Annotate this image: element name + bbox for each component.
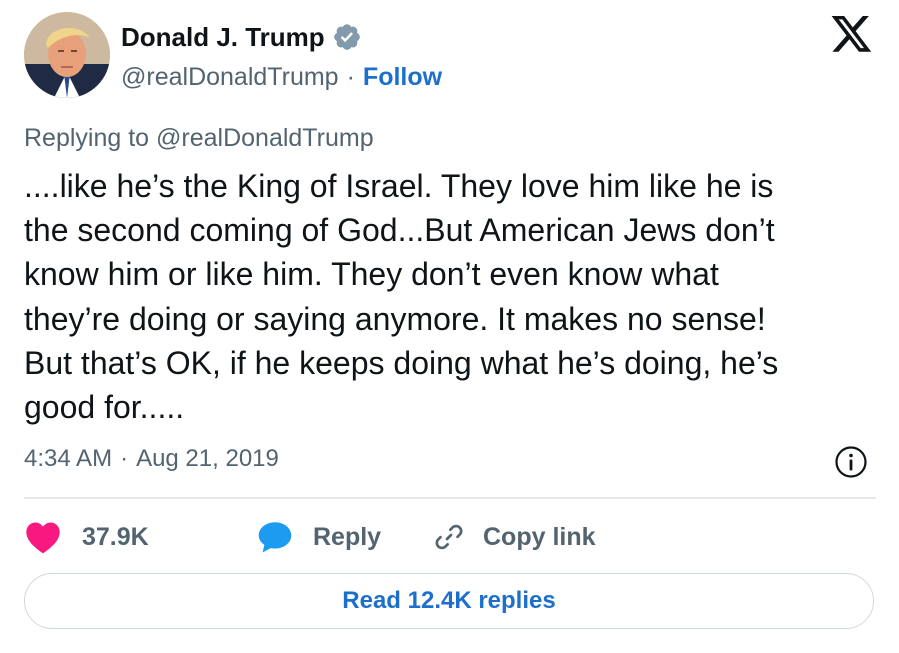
- author-handle[interactable]: @realDonaldTrump: [121, 63, 339, 92]
- link-icon: [433, 521, 465, 553]
- reply-label: Reply: [313, 522, 382, 551]
- divider: [24, 497, 876, 499]
- tweet-time: 4:34 AM: [24, 445, 113, 472]
- tweet-text-line: ....like he’s the King of Israel. They l…: [24, 168, 774, 204]
- reply-button[interactable]: Reply: [257, 520, 433, 554]
- separator-dot: ·: [346, 62, 355, 91]
- avatar-image: [24, 12, 110, 98]
- author-name[interactable]: Donald J. Trump: [121, 22, 325, 53]
- tweet-header: Donald J. Trump @realDonaldTrump · Follo…: [0, 0, 899, 110]
- tweet-text-line: the second coming of God...But American …: [24, 212, 775, 249]
- copy-link-label: Copy link: [483, 522, 596, 551]
- tweet-date: Aug 21, 2019: [136, 445, 279, 472]
- tweet-text-line: But that’s OK, if he keeps doing what he…: [24, 344, 779, 381]
- info-icon[interactable]: [834, 445, 868, 479]
- author-handle-line: @realDonaldTrump · Follow: [121, 60, 442, 94]
- tweet-text: ....like he’s the King of Israel. They l…: [24, 164, 884, 429]
- copy-link-button[interactable]: Copy link: [433, 521, 596, 553]
- verified-badge-icon: [332, 22, 362, 52]
- tweet-text-line: good for.....: [24, 389, 185, 426]
- replying-to[interactable]: Replying to @realDonaldTrump: [24, 124, 374, 153]
- like-button[interactable]: 37.9K: [24, 520, 257, 554]
- author-name-line: Donald J. Trump: [121, 20, 362, 54]
- tweet-text-line: they’re doing or saying anymore. It make…: [24, 300, 766, 337]
- read-replies-button[interactable]: Read 12.4K replies: [24, 573, 874, 629]
- action-bar: 37.9K Reply Copy link: [24, 512, 596, 562]
- tweet-text-line: know him or like him. They don’t even kn…: [24, 256, 719, 293]
- heart-icon: [24, 520, 62, 554]
- x-logo-icon[interactable]: [831, 16, 873, 54]
- tweet-timestamp[interactable]: 4:34 AM · Aug 21, 2019: [24, 445, 279, 473]
- like-count: 37.9K: [82, 522, 149, 551]
- separator-dot: ·: [120, 445, 129, 472]
- avatar[interactable]: [24, 12, 110, 98]
- follow-button[interactable]: Follow: [363, 63, 442, 92]
- speech-bubble-icon: [257, 520, 293, 554]
